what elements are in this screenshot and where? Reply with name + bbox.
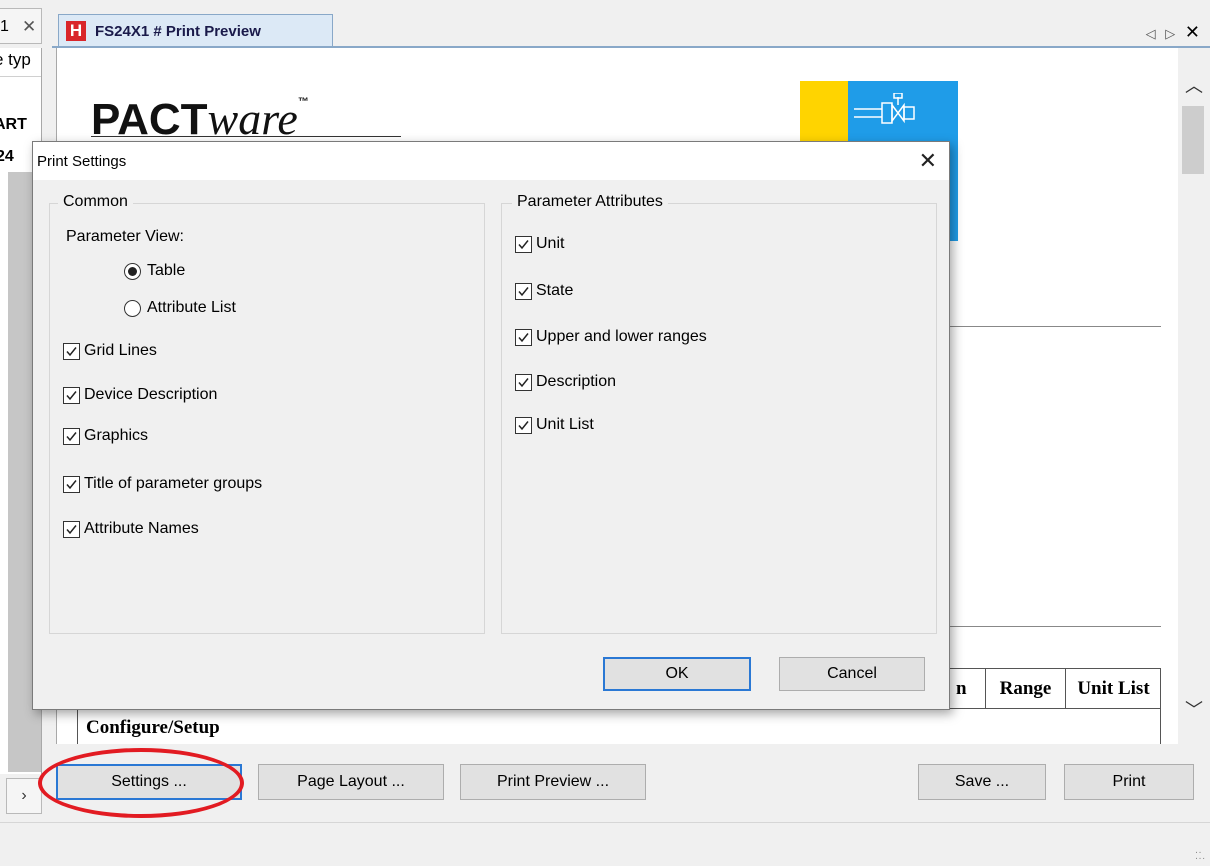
vertical-scrollbar[interactable]: ︿ ﹀ — [1178, 48, 1210, 744]
checkbox[interactable] — [63, 520, 80, 538]
valve-icon — [854, 93, 915, 124]
checkbox-label: Title of parameter groups — [84, 475, 263, 492]
close-icon[interactable]: ✕ — [919, 148, 937, 174]
chevron-down-icon[interactable]: ﹀ — [1178, 696, 1210, 722]
close-icon[interactable]: ✕ — [1185, 22, 1200, 42]
checkbox-state[interactable]: State — [515, 281, 573, 301]
print-preview-button[interactable]: Print Preview ... — [460, 764, 646, 800]
checkbox-label: Graphics — [84, 427, 149, 444]
highlight-annotation — [38, 748, 244, 818]
checkmark-icon — [518, 239, 529, 249]
radio-button[interactable] — [124, 262, 141, 280]
checkbox-device-description[interactable]: Device Description — [63, 385, 217, 405]
checkbox-unit-list[interactable]: Unit List — [515, 415, 594, 435]
checkmark-icon — [518, 286, 529, 296]
checkmark-icon — [518, 420, 529, 430]
column-header: n — [956, 678, 967, 699]
dialog-titlebar[interactable]: Print Settings ✕ — [33, 142, 949, 180]
checkmark-icon — [66, 479, 77, 489]
group-legend: Common — [58, 193, 133, 211]
checkbox-description[interactable]: Description — [515, 372, 616, 392]
checkmark-icon — [66, 524, 77, 534]
checkbox-title-of-parameter-groups[interactable]: Title of parameter groups — [63, 474, 262, 494]
scroll-right-button[interactable]: › — [6, 778, 42, 814]
tree-item-device[interactable]: 24 — [0, 148, 14, 166]
checkbox[interactable] — [63, 386, 80, 404]
checkbox-upper-and-lower-ranges[interactable]: Upper and lower ranges — [515, 327, 707, 347]
checkmark-icon — [66, 390, 77, 400]
cancel-button[interactable]: Cancel — [779, 657, 925, 691]
checkbox-label: State — [536, 282, 574, 299]
chevron-right-icon: › — [21, 787, 27, 804]
tab-print-preview[interactable]: H FS24X1 # Print Preview — [58, 14, 333, 47]
left-tab-label: 1 — [0, 18, 9, 35]
page-rule — [947, 326, 1161, 327]
print-button[interactable]: Print — [1064, 764, 1194, 800]
logo-underline — [91, 136, 401, 137]
checkbox-label: Unit — [536, 235, 565, 252]
checkbox-label: Attribute Names — [84, 520, 199, 537]
print-settings-dialog: Print Settings ✕ Common Parameter View: … — [32, 141, 950, 710]
checkbox-graphics[interactable]: Graphics — [63, 426, 148, 446]
section-title: Configure/Setup — [86, 717, 220, 738]
checkbox[interactable] — [515, 235, 532, 253]
scrollbar-thumb[interactable] — [1182, 106, 1204, 174]
parameter-view-label: Parameter View: — [66, 228, 184, 245]
checkbox[interactable] — [515, 328, 532, 346]
column-header-range: Range — [985, 669, 1065, 709]
radio-label: Table — [147, 262, 186, 279]
parameter-attributes-group: Parameter Attributes Unit State Upper an… — [501, 193, 937, 634]
pactware-logo: PACTware™ — [91, 92, 309, 145]
checkbox-attribute-names[interactable]: Attribute Names — [63, 519, 199, 539]
dialog-title: Print Settings — [37, 153, 127, 170]
checkbox[interactable] — [515, 373, 532, 391]
page-rule — [947, 626, 1161, 627]
checkmark-icon — [518, 332, 529, 342]
device-h-icon: H — [66, 21, 86, 41]
brand-yellow-block — [800, 81, 848, 141]
status-bar: . .. . . — [0, 822, 1210, 866]
checkbox[interactable] — [63, 427, 80, 445]
radio-button[interactable] — [124, 299, 141, 317]
column-header-unit-list: Unit List — [1065, 669, 1161, 709]
checkbox-label: Device Description — [84, 386, 218, 403]
checkbox-grid-lines[interactable]: Grid Lines — [63, 341, 157, 361]
tab-scroll-right-icon[interactable]: ▷ — [1165, 26, 1178, 41]
tab-navigation: ◁ ▷ ✕ — [1146, 22, 1200, 43]
resize-grip-icon[interactable]: . .. . . — [1195, 846, 1205, 862]
save-button[interactable]: Save ... — [918, 764, 1046, 800]
checkbox-unit[interactable]: Unit — [515, 234, 564, 254]
page-layout-button[interactable]: Page Layout ... — [258, 764, 444, 800]
checkmark-icon — [66, 346, 77, 356]
tab-title: FS24X1 # Print Preview — [95, 23, 261, 40]
radio-selected-dot — [128, 266, 137, 276]
checkbox[interactable] — [515, 282, 532, 300]
tab-scroll-left-icon[interactable]: ◁ — [1146, 26, 1159, 41]
common-group: Common Parameter View: Table Attribute L… — [49, 193, 485, 634]
radio-table[interactable]: Table — [124, 261, 185, 281]
checkbox[interactable] — [63, 342, 80, 360]
checkmark-icon — [518, 377, 529, 387]
tree-item-hart[interactable]: ART — [0, 116, 27, 134]
checkmark-icon — [66, 431, 77, 441]
chevron-up-icon[interactable]: ︿ — [1178, 72, 1210, 98]
checkbox-label: Description — [536, 373, 617, 390]
logo-tm: ™ — [297, 96, 309, 108]
ok-button[interactable]: OK — [603, 657, 751, 691]
radio-attribute-list[interactable]: Attribute List — [124, 298, 236, 318]
group-legend: Parameter Attributes — [512, 193, 668, 211]
checkbox-label: Grid Lines — [84, 342, 157, 359]
checkbox-label: Unit List — [536, 416, 594, 433]
checkbox[interactable] — [515, 416, 532, 434]
divider — [0, 76, 41, 77]
checkbox[interactable] — [63, 475, 80, 493]
close-icon[interactable]: ✕ — [22, 17, 36, 37]
tree-item-type[interactable]: e typ — [0, 50, 31, 70]
left-tab[interactable]: 1 ✕ — [0, 8, 42, 44]
radio-label: Attribute List — [147, 299, 236, 316]
checkbox-label: Upper and lower ranges — [536, 328, 707, 345]
